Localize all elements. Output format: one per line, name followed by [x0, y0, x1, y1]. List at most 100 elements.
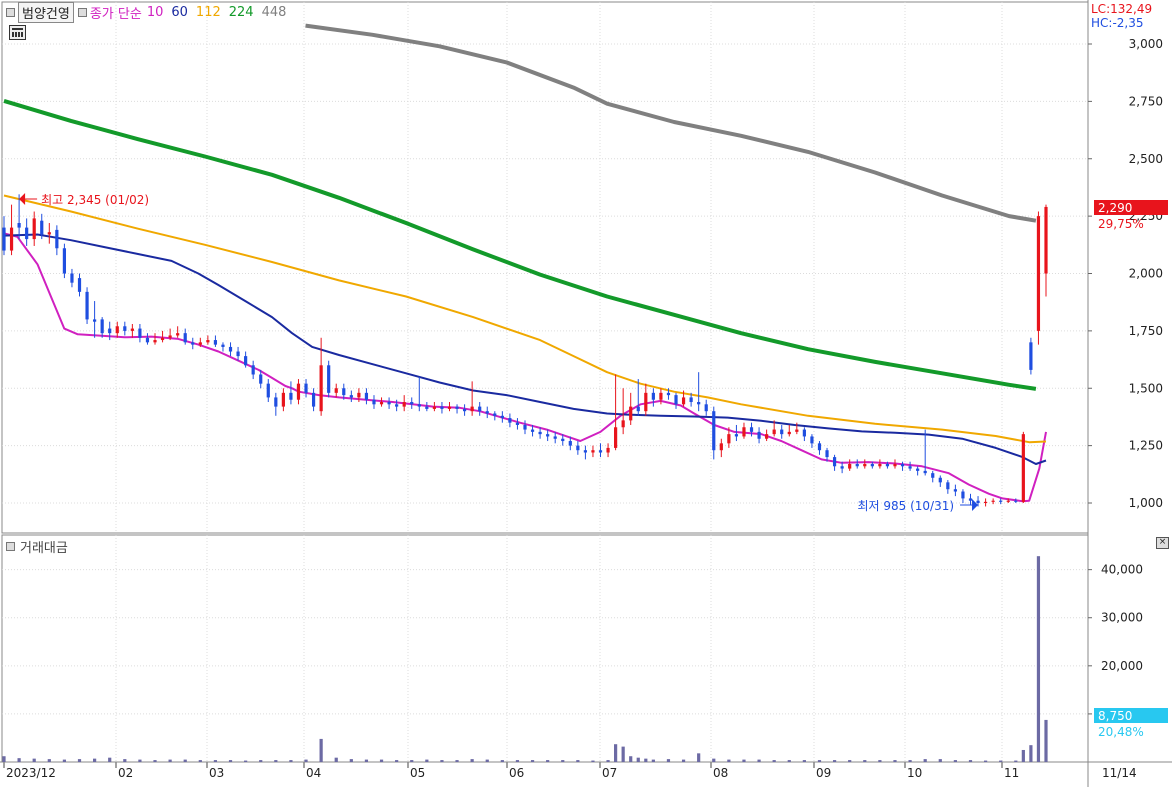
volume-bar — [968, 760, 973, 762]
candle-body — [357, 392, 361, 398]
candle-body — [55, 229, 59, 249]
candle-body — [485, 411, 489, 414]
volume-bar — [319, 738, 323, 762]
volume-bar — [863, 760, 867, 762]
candle-body — [870, 463, 874, 467]
ma-label-224[interactable]: 224 — [229, 5, 254, 20]
price-tick-label: 2,500 — [1129, 152, 1163, 166]
candle-body — [470, 406, 474, 412]
ma-label-60[interactable]: 60 — [171, 5, 188, 20]
close-icon[interactable]: × — [1156, 537, 1169, 549]
candle-body — [893, 463, 897, 467]
candle-body — [553, 436, 557, 439]
volume-tick-label: 30,000 — [1101, 611, 1143, 625]
candle-body — [568, 441, 572, 446]
price-tick-label: 1,250 — [1129, 439, 1163, 453]
candle-body — [168, 335, 172, 338]
candle-body — [546, 434, 550, 437]
volume-bar — [17, 758, 21, 762]
volume-bar — [817, 760, 822, 762]
volume-bar — [832, 760, 837, 762]
candle-body — [923, 470, 927, 474]
candle-body — [500, 415, 504, 419]
volume-bar — [168, 759, 172, 762]
volume-bar — [893, 760, 897, 762]
volume-bar — [742, 759, 746, 762]
ma-label-448[interactable]: 448 — [262, 5, 287, 20]
volume-bar — [878, 760, 882, 762]
volume-bar — [485, 759, 489, 762]
volume-bar — [772, 760, 776, 762]
volume-bar — [47, 759, 51, 762]
high-annotation: 최고 2,345 (01/02) — [41, 193, 149, 207]
candle-body — [523, 424, 527, 430]
candle-body — [311, 392, 316, 407]
stock-name[interactable]: 범양건영 — [18, 1, 74, 23]
candle-body — [878, 463, 882, 467]
volume-bar — [787, 760, 791, 762]
candle-body — [606, 447, 610, 453]
candle-body — [395, 404, 399, 407]
volume-bar — [999, 760, 1003, 762]
candle-body — [364, 392, 369, 400]
candle-body — [576, 445, 580, 451]
candle-body — [787, 431, 791, 435]
candle-body — [281, 392, 285, 407]
candle-body — [493, 413, 497, 416]
candle-body — [1036, 216, 1041, 331]
volume-bar — [32, 758, 36, 762]
volume-legend-label[interactable]: 거래대금 — [20, 537, 68, 556]
legend-bar: 범양건영 종가 단순 10 60 112 224 448 — [2, 1, 287, 23]
volume-bar — [259, 760, 263, 762]
ma-label-10[interactable]: 10 — [147, 5, 164, 20]
candle-body — [266, 383, 270, 398]
volume-bar — [515, 760, 520, 762]
candle-body — [108, 328, 112, 334]
candle-body — [614, 427, 618, 448]
candle-body — [931, 473, 935, 478]
candle-body — [2, 227, 6, 251]
candle-body — [296, 383, 301, 400]
candle-body — [983, 501, 988, 503]
volume-bar — [364, 759, 369, 762]
candle-body — [938, 477, 942, 483]
candle-body — [863, 463, 867, 467]
chart-svg: 3,0002,7502,5002,2502,0001,7501,5001,250… — [0, 0, 1172, 787]
candle-body — [93, 319, 97, 322]
candle-body — [991, 500, 995, 502]
candle-body — [410, 402, 414, 405]
candle-body — [342, 388, 346, 396]
candle-body — [976, 500, 980, 503]
candle-body — [153, 340, 157, 343]
volume-bar — [153, 760, 157, 762]
volume-bar — [561, 760, 565, 762]
volume-bar — [123, 759, 127, 762]
volume-bar — [1044, 719, 1048, 762]
candle-body — [946, 482, 950, 490]
x-tick-label: 05 — [410, 766, 425, 780]
candle-body — [221, 344, 225, 347]
candle-body — [455, 406, 459, 409]
candle-body — [115, 326, 119, 334]
ma-label-112[interactable]: 112 — [196, 5, 221, 20]
volume-tick-label: 20,000 — [1101, 659, 1143, 673]
volume-bar — [591, 760, 595, 762]
candle-body — [780, 429, 784, 435]
candle-body — [734, 434, 739, 437]
candle-body — [561, 438, 565, 442]
candle-body — [440, 406, 444, 409]
volume-bar — [93, 758, 97, 762]
candle-body — [176, 333, 180, 336]
calculator-icon[interactable] — [9, 25, 26, 40]
candle-body — [1044, 206, 1048, 274]
volume-bar — [1021, 749, 1025, 762]
candle-body — [1021, 434, 1025, 502]
candle-body — [651, 392, 655, 400]
volume-bar — [1029, 745, 1033, 762]
price-tick-label: 1,000 — [1129, 496, 1163, 510]
indicator-label[interactable]: 종가 단순 — [90, 3, 142, 22]
low-annotation: 최저 985 (10/31) — [857, 499, 954, 513]
x-tick-label: 10 — [907, 766, 922, 780]
volume-bar — [629, 756, 633, 762]
candle-body — [32, 218, 36, 240]
